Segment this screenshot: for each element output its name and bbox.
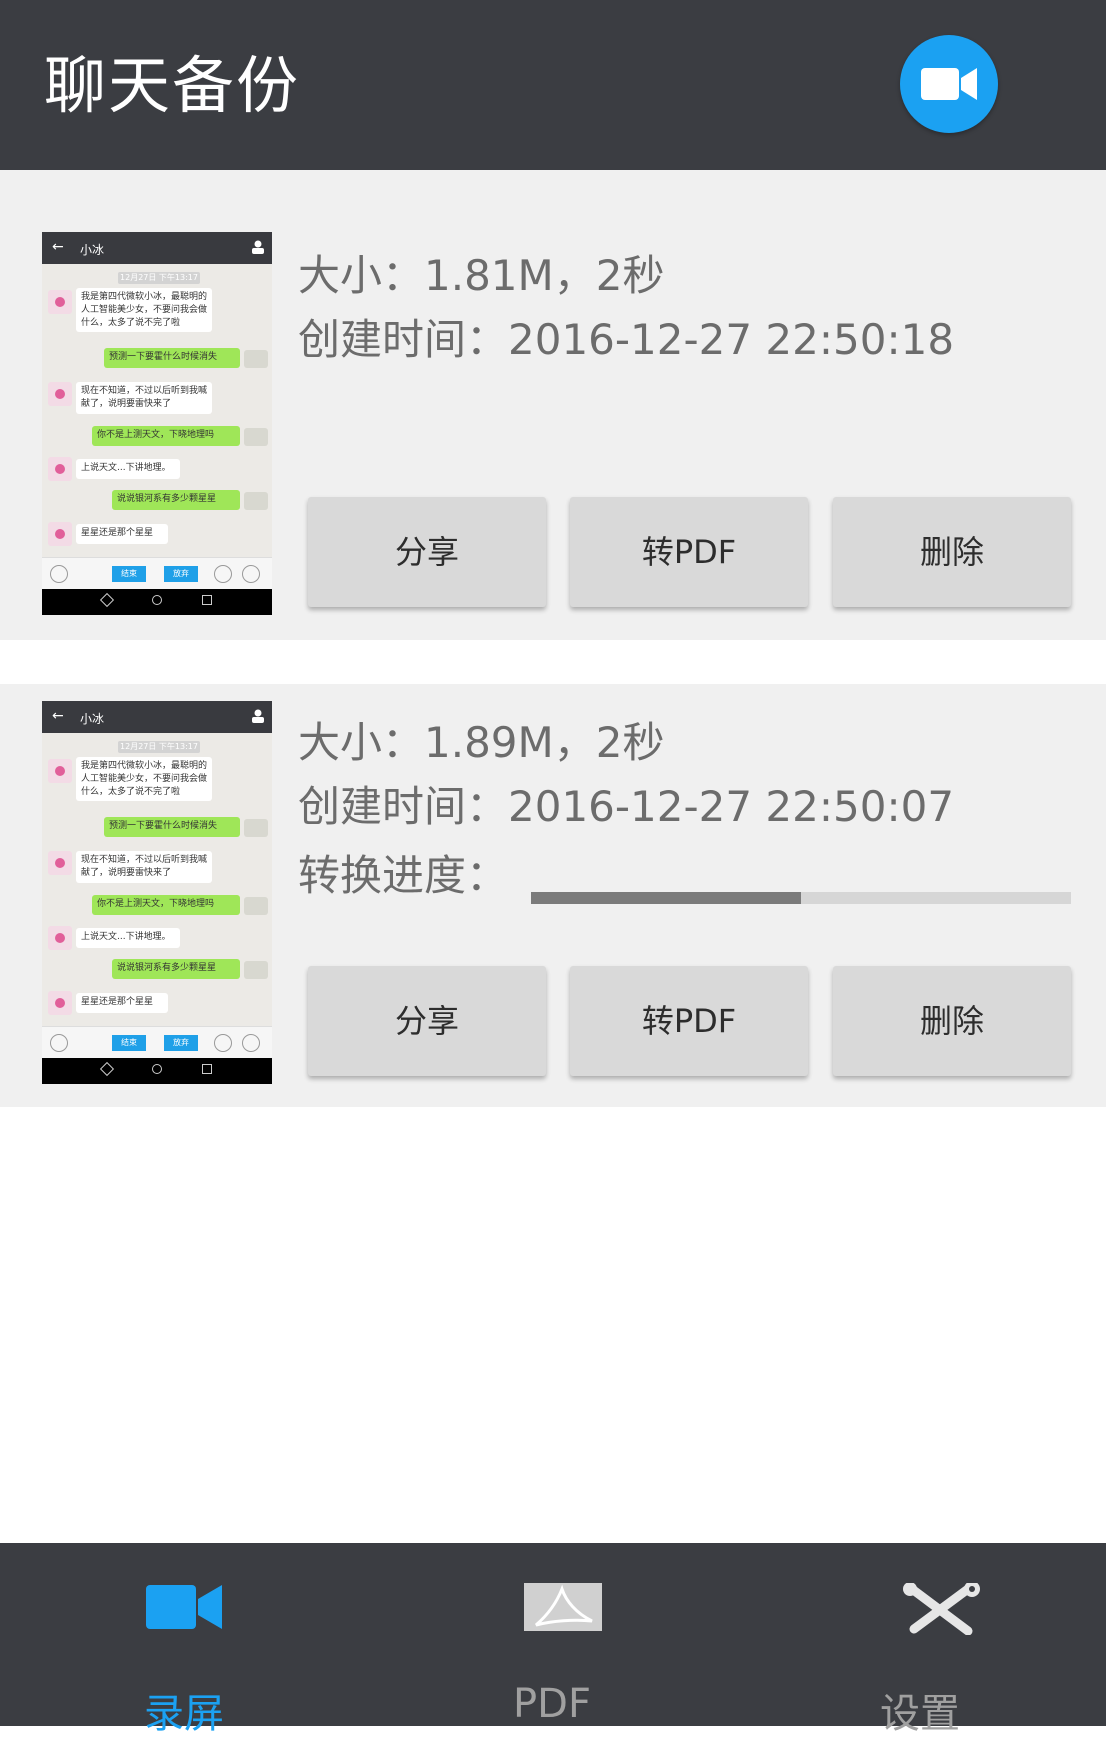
video-camera-icon <box>921 68 977 100</box>
thumb-android-nav <box>42 1058 272 1084</box>
recording-size: 大小：1.89M，2秒 <box>298 718 665 767</box>
back-arrow-icon: ← <box>52 239 64 255</box>
avatar <box>244 350 268 368</box>
recording-thumbnail[interactable]: ← 小冰 12月27日 下午13:17 我是第四代微软小冰，最聪明的人工智能美少… <box>42 232 272 615</box>
tab-pdf[interactable]: PDF <box>368 1543 736 1727</box>
recording-size: 大小：1.81M，2秒 <box>298 251 665 300</box>
avatar <box>244 897 268 915</box>
convert-pdf-button[interactable]: 转PDF <box>570 497 808 607</box>
recording-item[interactable]: ← 小冰 12月27日 下午13:17 我是第四代微软小冰，最聪明的人工智能美少… <box>0 170 1106 640</box>
thumb-message: 我是第四代微软小冰，最聪明的人工智能美少女，不要问我会做什么，太多了说不完了啦 <box>76 288 212 332</box>
thumb-abort-button: 放弃 <box>164 1035 198 1051</box>
thumb-message: 我是第四代微软小冰，最聪明的人工智能美少女，不要问我会做什么，太多了说不完了啦 <box>76 757 212 801</box>
emoji-icon <box>214 565 232 583</box>
avatar <box>48 522 72 546</box>
avatar <box>244 492 268 510</box>
thumb-contact-name: 小冰 <box>80 712 105 726</box>
delete-button[interactable]: 删除 <box>833 497 1071 607</box>
avatar <box>48 851 72 875</box>
voice-icon <box>50 1034 68 1052</box>
person-icon <box>252 709 264 723</box>
recording-thumbnail[interactable]: ← 小冰 12月27日 下午13:17 我是第四代微软小冰，最聪明的人工智能美少… <box>42 701 272 1084</box>
video-camera-icon <box>146 1585 222 1629</box>
avatar <box>48 457 72 481</box>
tab-record[interactable]: 录屏 <box>0 1543 368 1737</box>
recents-icon <box>202 1064 212 1074</box>
thumb-end-button: 结束 <box>112 1035 146 1051</box>
convert-pdf-button[interactable]: 转PDF <box>570 966 808 1076</box>
voice-icon <box>50 565 68 583</box>
tab-pdf-label: PDF <box>513 1681 591 1727</box>
thumb-message: 现在不知道，不过以后听到我喊献了，说明要雷快来了 <box>76 851 212 883</box>
page-title: 聊天备份 <box>44 49 301 122</box>
recording-meta: 大小：1.89M，2秒 创建时间：2016-12-27 22:50:07 <box>298 711 954 839</box>
avatar <box>244 961 268 979</box>
tab-record-label: 录屏 <box>144 1691 224 1737</box>
thumb-titlebar: ← 小冰 <box>42 232 272 264</box>
thumb-message: 预测一下要霍什么时候消失 <box>104 348 240 368</box>
conversion-progress-label: 转换进度： <box>298 851 509 900</box>
thumb-message: 你不是上测天文，下晓地理吗 <box>92 895 240 915</box>
tab-settings-label: 设置 <box>880 1691 960 1737</box>
thumb-titlebar: ← 小冰 <box>42 701 272 733</box>
thumb-timestamp: 12月27日 下午13:17 <box>118 741 200 753</box>
pdf-icon <box>524 1583 602 1631</box>
recording-created-time: 创建时间：2016-12-27 22:50:07 <box>298 782 955 831</box>
thumb-message: 你不是上测天文，下晓地理吗 <box>92 426 240 446</box>
thumb-timestamp: 12月27日 下午13:17 <box>118 272 200 284</box>
delete-button[interactable]: 删除 <box>833 966 1071 1076</box>
emoji-icon <box>214 1034 232 1052</box>
avatar <box>244 819 268 837</box>
thumb-input-bar: 结束 放弃 <box>42 1026 272 1059</box>
recording-item[interactable]: ← 小冰 12月27日 下午13:17 我是第四代微软小冰，最聪明的人工智能美少… <box>0 684 1106 1107</box>
conversion-progress-fill <box>531 892 801 904</box>
avatar <box>48 382 72 406</box>
thumb-message: 现在不知道，不过以后听到我喊献了，说明要雷快来了 <box>76 382 212 414</box>
app-header: 聊天备份 <box>0 0 1106 170</box>
start-recording-button[interactable] <box>900 35 998 133</box>
back-icon <box>99 1061 115 1077</box>
avatar <box>48 290 72 314</box>
thumb-message: 预测一下要霍什么时候消失 <box>104 817 240 837</box>
share-button[interactable]: 分享 <box>308 966 546 1076</box>
avatar <box>48 991 72 1015</box>
thumb-end-button: 结束 <box>112 566 146 582</box>
thumb-message: 上说天文...下讲地理。 <box>76 928 180 948</box>
plus-icon <box>242 1034 260 1052</box>
thumb-contact-name: 小冰 <box>80 243 105 257</box>
conversion-progress-bar <box>531 892 1071 904</box>
recording-meta: 大小：1.81M，2秒 创建时间：2016-12-27 22:50:18 <box>298 244 954 372</box>
avatar <box>244 428 268 446</box>
person-icon <box>252 240 264 254</box>
thumb-message: 星星还是那个星星 <box>76 993 168 1013</box>
home-icon <box>152 595 162 605</box>
home-icon <box>152 1064 162 1074</box>
avatar <box>48 926 72 950</box>
thumb-message: 说说银河系有多少颗星星 <box>112 959 240 979</box>
tab-settings[interactable]: 设置 <box>736 1543 1104 1737</box>
avatar <box>48 759 72 783</box>
share-button[interactable]: 分享 <box>308 497 546 607</box>
tools-icon <box>903 1583 980 1635</box>
thumb-android-nav <box>42 589 272 615</box>
back-icon <box>99 592 115 608</box>
back-arrow-icon: ← <box>52 708 64 724</box>
thumb-message: 说说银河系有多少颗星星 <box>112 490 240 510</box>
thumb-message: 上说天文...下讲地理。 <box>76 459 180 479</box>
recents-icon <box>202 595 212 605</box>
bottom-navigation: 录屏 PDF 设置 <box>0 1543 1106 1737</box>
plus-icon <box>242 565 260 583</box>
thumb-abort-button: 放弃 <box>164 566 198 582</box>
thumb-input-bar: 结束 放弃 <box>42 557 272 590</box>
recording-created-time: 创建时间：2016-12-27 22:50:18 <box>298 315 955 364</box>
thumb-message: 星星还是那个星星 <box>76 524 168 544</box>
